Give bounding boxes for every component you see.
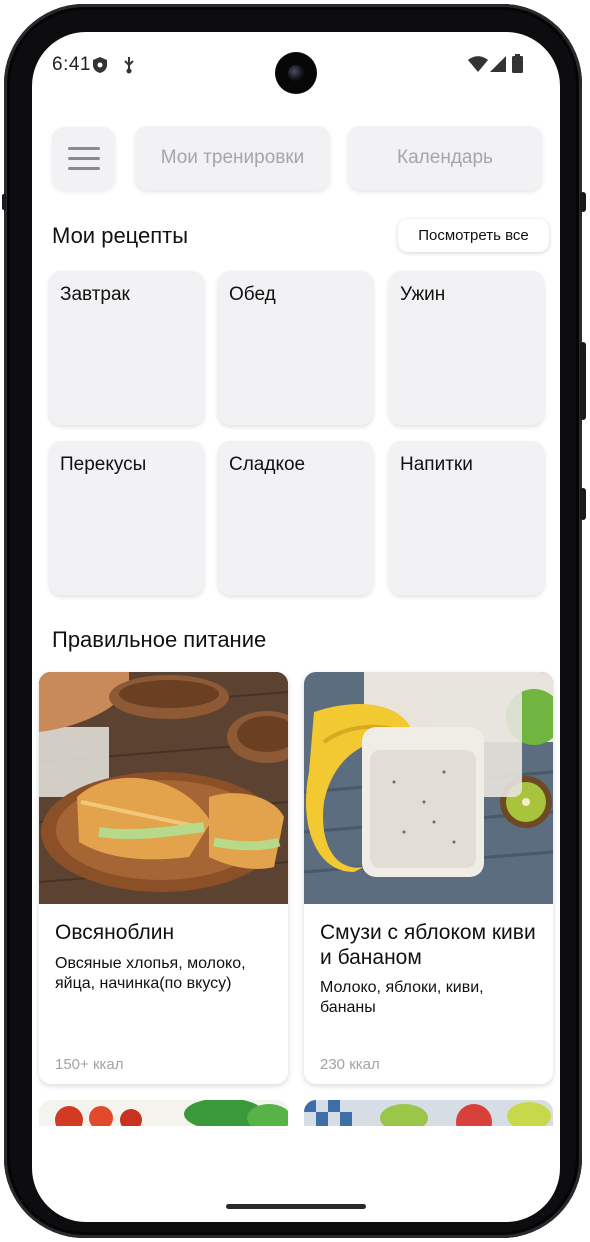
category-breakfast[interactable]: Завтрак <box>49 271 204 425</box>
app-screen: 6:41 Мои тренировки Календарь Мои рецепт… <box>32 32 560 1222</box>
oatmeal-pancake-photo <box>39 672 288 904</box>
calendar-label: Календарь <box>397 147 493 168</box>
smoothie-photo <box>304 672 553 904</box>
see-all-label: Посмотреть все <box>418 227 529 244</box>
calendar-button[interactable]: Календарь <box>348 126 542 190</box>
hamburger-menu-icon <box>68 157 100 160</box>
category-lunch[interactable]: Обед <box>218 271 373 425</box>
my-workouts-label: Мои тренировки <box>160 147 305 168</box>
category-label: Завтрак <box>60 284 130 305</box>
category-label: Перекусы <box>60 454 147 475</box>
phone-side-button <box>2 194 6 210</box>
category-drinks[interactable]: Напитки <box>389 441 544 595</box>
recipe-calories: 230 ккал <box>320 1056 380 1073</box>
recipe-card-oatmeal-pancake[interactable]: Овсяноблин Овсяные хлопья, молоко, яйца,… <box>39 672 288 1084</box>
wifi-icon <box>468 56 488 72</box>
recipe-description: Овсяные хлопья, молоко, яйца, начинка(по… <box>55 955 246 992</box>
category-label: Ужин <box>400 284 446 305</box>
hamburger-menu-icon <box>68 147 100 150</box>
recipe-calories: 150+ ккал <box>55 1056 124 1073</box>
my-workouts-button[interactable]: Мои тренировки <box>135 126 330 190</box>
volume-button <box>580 342 586 420</box>
healthy-eating-title: Правильное питание <box>52 627 267 652</box>
status-time: 6:41 <box>52 54 91 75</box>
battery-icon <box>512 54 523 73</box>
recipe-card-smoothie[interactable]: Смузи с яблоком киви и бананом Молоко, я… <box>304 672 553 1084</box>
shield-icon <box>93 57 107 73</box>
category-label: Напитки <box>400 454 473 475</box>
cellular-signal-icon <box>490 56 506 72</box>
phone-frame: 6:41 Мои тренировки Календарь Мои рецепт… <box>2 4 586 1238</box>
recipe-name: Смузи с яблоком киви и бананом <box>320 921 536 969</box>
menu-button[interactable] <box>52 127 115 190</box>
category-label: Сладкое <box>229 454 306 475</box>
home-indicator[interactable] <box>226 1204 366 1209</box>
recipe-card-peek[interactable] <box>39 1100 288 1126</box>
power-button <box>580 488 586 520</box>
category-sweets[interactable]: Сладкое <box>218 441 373 595</box>
category-snacks[interactable]: Перекусы <box>49 441 204 595</box>
my-recipes-title: Мои рецепты <box>52 223 189 248</box>
hamburger-menu-icon <box>68 167 100 170</box>
recipe-name: Овсяноблин <box>55 921 175 944</box>
recipe-card-peek[interactable] <box>304 1100 553 1126</box>
usb-debug-icon <box>124 57 134 74</box>
status-bar: 6:41 <box>32 32 560 98</box>
category-dinner[interactable]: Ужин <box>389 271 544 425</box>
recipe-description: Молоко, яблоки, киви, бананы <box>320 979 484 1016</box>
category-label: Обед <box>229 284 276 305</box>
front-camera <box>275 52 317 94</box>
see-all-button[interactable]: Посмотреть все <box>398 219 549 252</box>
phone-side-button <box>580 192 586 212</box>
